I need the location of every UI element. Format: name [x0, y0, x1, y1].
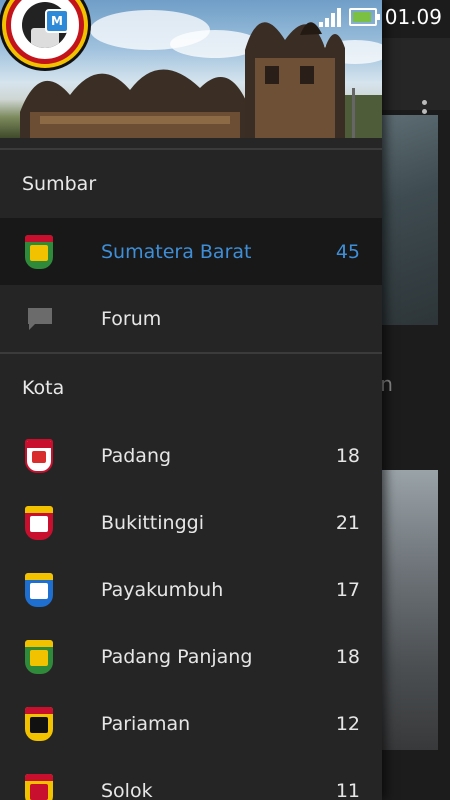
bukittinggi-emblem-icon [25, 505, 53, 540]
header-divider [0, 138, 382, 150]
status-time: 01.09 [384, 5, 442, 29]
drawer-item-count: 11 [335, 779, 360, 800]
drawer-item-padang-panjang[interactable]: Padang Panjang 18 [0, 623, 382, 690]
drawer-item-label: Bukittinggi [101, 511, 204, 534]
navigation-drawer: Sumbar Sumatera Barat 45 Forum Kota Pada… [0, 0, 382, 800]
background-article-image[interactable] [382, 470, 438, 750]
drawer-item-count: 18 [335, 444, 360, 467]
drawer-sections: Sumbar Sumatera Barat 45 Forum Kota Pada… [0, 150, 382, 800]
drawer-item-label: Pariaman [101, 712, 191, 735]
app-screen: an Sumbar [0, 0, 450, 800]
drawer-item-label: Padang Panjang [101, 645, 253, 668]
status-bar-right: 01.09 [318, 5, 442, 29]
sumatera-barat-emblem-icon [25, 234, 53, 269]
app-m-icon: M [45, 9, 69, 33]
drawer-item-count: 17 [335, 578, 360, 601]
drawer-item-count: 45 [335, 240, 360, 263]
drawer-item-bukittinggi[interactable]: Bukittinggi 21 [0, 489, 382, 556]
drawer-item-padang[interactable]: Padang 18 [0, 422, 382, 489]
drawer-item-pariaman[interactable]: Pariaman 12 [0, 690, 382, 757]
padang-panjang-emblem-icon [25, 639, 53, 674]
drawer-item-solok[interactable]: Solok 11 [0, 757, 382, 800]
drawer-item-payakumbuh[interactable]: Payakumbuh 17 [0, 556, 382, 623]
drawer-item-label: Payakumbuh [101, 578, 224, 601]
drawer-item-label: Solok [101, 779, 153, 800]
section-header-sumbar: Sumbar [22, 173, 97, 195]
drawer-item-sumatera-barat[interactable]: Sumatera Barat 45 [0, 218, 382, 285]
drawer-item-label: Forum [101, 307, 162, 330]
pariaman-emblem-icon [25, 706, 53, 741]
drawer-item-count: 12 [335, 712, 360, 735]
drawer-item-count: 21 [335, 511, 360, 534]
drawer-item-count: 18 [335, 645, 360, 668]
chat-bubble-icon [28, 307, 52, 330]
section-header-kota: Kota [22, 377, 65, 399]
padang-emblem-icon [25, 438, 53, 473]
drawer-item-forum[interactable]: Forum [0, 285, 382, 352]
signal-icon [318, 7, 341, 27]
battery-charging-icon [348, 8, 380, 26]
drawer-item-label: Sumatera Barat [101, 240, 252, 263]
background-article-image[interactable] [382, 115, 438, 325]
drawer-item-label: Padang [101, 444, 172, 467]
solok-emblem-icon [25, 773, 53, 800]
payakumbuh-emblem-icon [25, 572, 53, 607]
status-bar: M 01.09 [0, 0, 450, 64]
